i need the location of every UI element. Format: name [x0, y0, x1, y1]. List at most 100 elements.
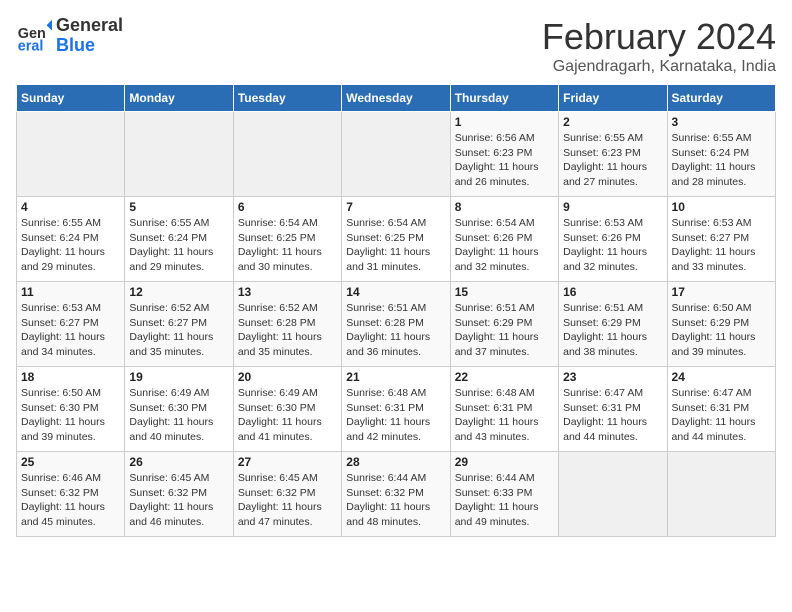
day-number: 24: [672, 370, 771, 384]
calendar-cell: 6 Sunrise: 6:54 AMSunset: 6:25 PMDaylight…: [233, 197, 341, 282]
day-info: Sunrise: 6:55 AMSunset: 6:24 PMDaylight:…: [672, 131, 771, 190]
month-title: February 2024: [542, 16, 776, 58]
day-info: Sunrise: 6:53 AMSunset: 6:27 PMDaylight:…: [672, 216, 771, 275]
weekday-header-wednesday: Wednesday: [342, 85, 450, 112]
day-number: 14: [346, 285, 445, 299]
day-info: Sunrise: 6:54 AMSunset: 6:25 PMDaylight:…: [238, 216, 337, 275]
title-area: February 2024 Gajendragarh, Karnataka, I…: [542, 16, 776, 76]
day-info: Sunrise: 6:46 AMSunset: 6:32 PMDaylight:…: [21, 471, 120, 530]
day-number: 12: [129, 285, 228, 299]
calendar-week-row: 11Sunrise: 6:53 AMSunset: 6:27 PMDayligh…: [17, 282, 776, 367]
day-number: 9: [563, 200, 662, 214]
day-info: Sunrise: 6:55 AMSunset: 6:24 PMDaylight:…: [21, 216, 120, 275]
day-number: 19: [129, 370, 228, 384]
day-info: Sunrise: 6:51 AMSunset: 6:29 PMDaylight:…: [455, 301, 554, 360]
logo-text: General Blue: [56, 16, 123, 56]
day-number: 16: [563, 285, 662, 299]
weekday-header-thursday: Thursday: [450, 85, 558, 112]
day-number: 8: [455, 200, 554, 214]
day-number: 27: [238, 455, 337, 469]
day-info: Sunrise: 6:49 AMSunset: 6:30 PMDaylight:…: [238, 386, 337, 445]
day-number: 17: [672, 285, 771, 299]
day-info: Sunrise: 6:48 AMSunset: 6:31 PMDaylight:…: [455, 386, 554, 445]
weekday-header-row: SundayMondayTuesdayWednesdayThursdayFrid…: [17, 85, 776, 112]
location-title: Gajendragarh, Karnataka, India: [542, 58, 776, 76]
calendar-cell: [342, 112, 450, 197]
calendar-cell: 7Sunrise: 6:54 AMSunset: 6:25 PMDaylight…: [342, 197, 450, 282]
calendar-cell: 27 Sunrise: 6:45 AMSunset: 6:32 PMDayligh…: [233, 452, 341, 537]
calendar-cell: 11Sunrise: 6:53 AMSunset: 6:27 PMDayligh…: [17, 282, 125, 367]
day-info: Sunrise: 6:55 AMSunset: 6:23 PMDaylight:…: [563, 131, 662, 190]
day-info: Sunrise: 6:52 AMSunset: 6:27 PMDaylight:…: [129, 301, 228, 360]
calendar-cell: 19 Sunrise: 6:49 AMSunset: 6:30 PMDayligh…: [125, 367, 233, 452]
day-number: 25: [21, 455, 120, 469]
calendar-cell: 9 Sunrise: 6:53 AMSunset: 6:26 PMDaylight…: [559, 197, 667, 282]
calendar-cell: [125, 112, 233, 197]
weekday-header-saturday: Saturday: [667, 85, 775, 112]
day-info: Sunrise: 6:53 AMSunset: 6:26 PMDaylight:…: [563, 216, 662, 275]
calendar-cell: 21 Sunrise: 6:48 AMSunset: 6:31 PMDayligh…: [342, 367, 450, 452]
day-info: Sunrise: 6:45 AMSunset: 6:32 PMDaylight:…: [238, 471, 337, 530]
calendar-cell: [559, 452, 667, 537]
day-info: Sunrise: 6:51 AMSunset: 6:29 PMDaylight:…: [563, 301, 662, 360]
calendar-cell: 26 Sunrise: 6:45 AMSunset: 6:32 PMDayligh…: [125, 452, 233, 537]
day-info: Sunrise: 6:47 AMSunset: 6:31 PMDaylight:…: [672, 386, 771, 445]
calendar-cell: 23 Sunrise: 6:47 AMSunset: 6:31 PMDayligh…: [559, 367, 667, 452]
calendar-week-row: 18 Sunrise: 6:50 AMSunset: 6:30 PMDayligh…: [17, 367, 776, 452]
day-number: 13: [238, 285, 337, 299]
svg-text:eral: eral: [18, 38, 44, 54]
calendar-week-row: 25 Sunrise: 6:46 AMSunset: 6:32 PMDayligh…: [17, 452, 776, 537]
day-number: 10: [672, 200, 771, 214]
day-number: 22: [455, 370, 554, 384]
calendar-cell: 17 Sunrise: 6:50 AMSunset: 6:29 PMDayligh…: [667, 282, 775, 367]
weekday-header-sunday: Sunday: [17, 85, 125, 112]
day-info: Sunrise: 6:45 AMSunset: 6:32 PMDaylight:…: [129, 471, 228, 530]
calendar-cell: 1 Sunrise: 6:56 AMSunset: 6:23 PMDaylight…: [450, 112, 558, 197]
calendar-cell: 14 Sunrise: 6:51 AMSunset: 6:28 PMDayligh…: [342, 282, 450, 367]
calendar-cell: 20 Sunrise: 6:49 AMSunset: 6:30 PMDayligh…: [233, 367, 341, 452]
day-info: Sunrise: 6:47 AMSunset: 6:31 PMDaylight:…: [563, 386, 662, 445]
day-info: Sunrise: 6:44 AMSunset: 6:32 PMDaylight:…: [346, 471, 445, 530]
day-info: Sunrise: 6:54 AMSunset: 6:26 PMDaylight:…: [455, 216, 554, 275]
calendar-cell: 16 Sunrise: 6:51 AMSunset: 6:29 PMDayligh…: [559, 282, 667, 367]
calendar-cell: 12 Sunrise: 6:52 AMSunset: 6:27 PMDayligh…: [125, 282, 233, 367]
day-number: 20: [238, 370, 337, 384]
day-number: 3: [672, 115, 771, 129]
day-number: 18: [21, 370, 120, 384]
day-number: 26: [129, 455, 228, 469]
calendar-week-row: 4Sunrise: 6:55 AMSunset: 6:24 PMDaylight…: [17, 197, 776, 282]
calendar-cell: 18 Sunrise: 6:50 AMSunset: 6:30 PMDayligh…: [17, 367, 125, 452]
calendar-cell: 5 Sunrise: 6:55 AMSunset: 6:24 PMDaylight…: [125, 197, 233, 282]
calendar-cell: 8 Sunrise: 6:54 AMSunset: 6:26 PMDaylight…: [450, 197, 558, 282]
calendar-cell: [17, 112, 125, 197]
day-info: Sunrise: 6:51 AMSunset: 6:28 PMDaylight:…: [346, 301, 445, 360]
day-info: Sunrise: 6:56 AMSunset: 6:23 PMDaylight:…: [455, 131, 554, 190]
day-number: 21: [346, 370, 445, 384]
calendar-cell: 10 Sunrise: 6:53 AMSunset: 6:27 PMDayligh…: [667, 197, 775, 282]
day-number: 5: [129, 200, 228, 214]
page-header: Gen eral General Blue February 2024 Gaje…: [16, 16, 776, 76]
day-info: Sunrise: 6:50 AMSunset: 6:30 PMDaylight:…: [21, 386, 120, 445]
calendar-cell: 29Sunrise: 6:44 AMSunset: 6:33 PMDayligh…: [450, 452, 558, 537]
day-info: Sunrise: 6:48 AMSunset: 6:31 PMDaylight:…: [346, 386, 445, 445]
day-info: Sunrise: 6:52 AMSunset: 6:28 PMDaylight:…: [238, 301, 337, 360]
day-number: 29: [455, 455, 554, 469]
day-number: 23: [563, 370, 662, 384]
calendar-cell: 13 Sunrise: 6:52 AMSunset: 6:28 PMDayligh…: [233, 282, 341, 367]
calendar-cell: 25 Sunrise: 6:46 AMSunset: 6:32 PMDayligh…: [17, 452, 125, 537]
day-info: Sunrise: 6:55 AMSunset: 6:24 PMDaylight:…: [129, 216, 228, 275]
day-number: 2: [563, 115, 662, 129]
calendar-cell: 3 Sunrise: 6:55 AMSunset: 6:24 PMDaylight…: [667, 112, 775, 197]
day-info: Sunrise: 6:49 AMSunset: 6:30 PMDaylight:…: [129, 386, 228, 445]
day-info: Sunrise: 6:50 AMSunset: 6:29 PMDaylight:…: [672, 301, 771, 360]
day-number: 6: [238, 200, 337, 214]
calendar-cell: 2 Sunrise: 6:55 AMSunset: 6:23 PMDaylight…: [559, 112, 667, 197]
logo: Gen eral General Blue: [16, 16, 123, 56]
logo-icon: Gen eral: [16, 18, 52, 54]
day-number: 28: [346, 455, 445, 469]
day-number: 1: [455, 115, 554, 129]
day-info: Sunrise: 6:53 AMSunset: 6:27 PMDaylight:…: [21, 301, 120, 360]
weekday-header-monday: Monday: [125, 85, 233, 112]
weekday-header-tuesday: Tuesday: [233, 85, 341, 112]
calendar-table: SundayMondayTuesdayWednesdayThursdayFrid…: [16, 84, 776, 537]
